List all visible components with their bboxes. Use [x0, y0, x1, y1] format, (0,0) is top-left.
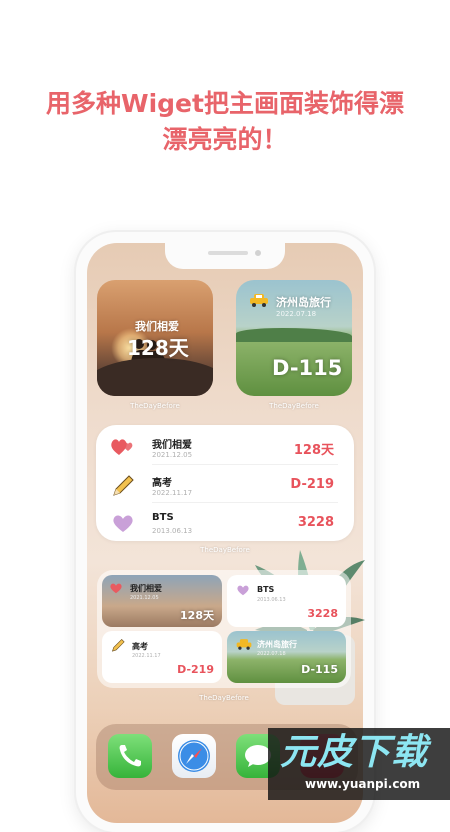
item-date: 2022.11.17 — [132, 653, 161, 659]
item-date: 2013.06.13 — [152, 527, 193, 535]
front-camera — [255, 250, 261, 256]
widget-value: D-115 — [272, 356, 343, 380]
list-item[interactable]: 高考 2022.11.17 D-219 — [96, 467, 354, 503]
item-name: 济州岛旅行 — [257, 640, 297, 649]
mini-jeju-card[interactable]: 济州岛旅行 2022.07.18 D-115 — [227, 631, 346, 683]
purple-heart-icon — [113, 515, 133, 532]
watermark-url: www.yuanpi.com — [305, 777, 421, 791]
speaker-grille — [208, 251, 248, 255]
pencil-icon — [113, 475, 134, 496]
list-item[interactable]: 我们相爱 2021.12.05 128天 — [96, 429, 354, 465]
headline-line-1: 用多种Wiget把主画面装饰得漂 — [46, 89, 404, 118]
item-date: 2021.12.05 — [152, 451, 193, 459]
hills — [236, 328, 352, 342]
hearts-icon — [110, 583, 122, 594]
headline-line-2: 漂亮亮的！ — [162, 125, 288, 154]
item-value: 3228 — [307, 607, 338, 620]
watermark-logo: 元皮下载 — [280, 732, 429, 773]
item-date: 2013.06.13 — [257, 597, 286, 603]
item-value: D-115 — [301, 663, 338, 676]
item-value: 128天 — [293, 443, 334, 458]
item-value: 128天 — [180, 609, 214, 622]
hearts-icon — [111, 439, 133, 455]
widget-caption: TheDayBefore — [130, 402, 180, 410]
item-value: 3228 — [297, 515, 334, 530]
phone-icon[interactable] — [108, 734, 152, 778]
item-name: 我们相爱 — [152, 440, 192, 451]
rock-ground — [97, 358, 213, 396]
item-value: D-219 — [177, 663, 214, 676]
item-date: 2021.12.05 — [130, 595, 159, 601]
mini-exam-card[interactable]: 高考 2022.11.17 D-219 — [102, 631, 222, 683]
item-date: 2022.07.18 — [257, 651, 286, 657]
purple-heart-icon — [237, 585, 249, 596]
safari-icon[interactable] — [172, 734, 216, 778]
widget-value: 128天 — [127, 336, 189, 360]
mini-bts-card[interactable]: BTS 2013.06.13 3228 — [227, 575, 346, 627]
countdown-list-widget[interactable]: 我们相爱 2021.12.05 128天 高考 2022.11.17 D-219… — [96, 425, 354, 541]
pencil-icon — [111, 639, 125, 652]
item-date: 2022.11.17 — [152, 489, 193, 497]
item-name: 高考 — [132, 642, 148, 651]
list-item[interactable]: BTS 2013.06.13 3228 — [96, 505, 354, 541]
jeju-trip-widget[interactable]: 济州岛旅行 2022.07.18 D-115 — [236, 280, 352, 396]
mini-couple-card[interactable]: 我们相爱 2021.12.05 128天 — [102, 575, 222, 627]
item-name: BTS — [152, 512, 174, 523]
widget-title: 济州岛旅行 — [276, 296, 331, 309]
widget-caption: TheDayBefore — [199, 694, 249, 702]
row-divider — [152, 502, 338, 503]
item-name: 我们相爱 — [130, 584, 162, 593]
item-name: BTS — [257, 585, 275, 594]
item-name: 高考 — [152, 478, 172, 489]
phone-notch — [165, 243, 285, 269]
couple-photo-widget[interactable]: 我们相爱 128天 — [97, 280, 213, 396]
widget-caption: TheDayBefore — [200, 546, 250, 554]
car-icon — [250, 294, 268, 307]
widget-date: 2022.07.18 — [276, 310, 317, 318]
promo-headline: 用多种Wiget把主画面装饰得漂 漂亮亮的！ — [0, 86, 450, 158]
item-value: D-219 — [290, 477, 334, 492]
car-icon — [236, 639, 252, 650]
row-divider — [152, 464, 338, 465]
widget-caption: TheDayBefore — [269, 402, 319, 410]
countdown-grid-widget[interactable]: 我们相爱 2021.12.05 128天 BTS 2013.06.13 3228… — [97, 570, 351, 688]
